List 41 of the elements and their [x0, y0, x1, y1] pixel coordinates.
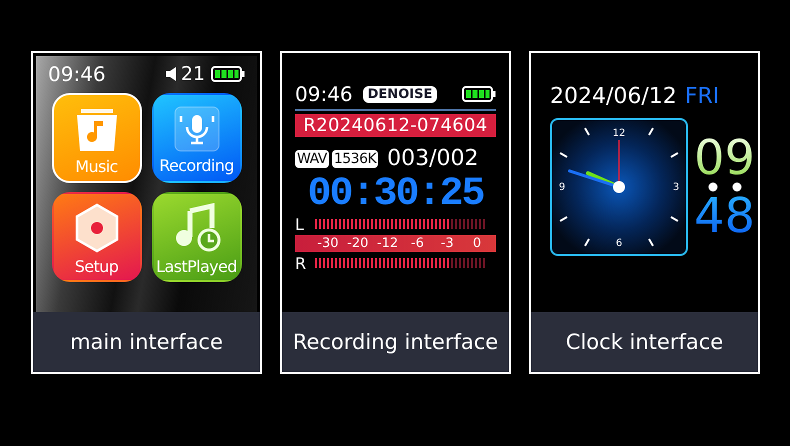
file-name-bar: R20240612-074604 — [295, 114, 496, 137]
dial-number: 9 — [558, 182, 566, 193]
db-scale-label: 0 — [472, 236, 482, 251]
db-scale-label: -20 — [346, 236, 369, 251]
db-scale-label: -3 — [440, 236, 455, 251]
db-scale-label: -12 — [376, 236, 398, 251]
elapsed-time: 00:30:25 — [306, 175, 485, 215]
hexagon-icon — [74, 202, 120, 252]
format-tag: WAV — [295, 150, 329, 168]
volume-icon — [164, 66, 178, 82]
db-scale-label: -30 — [317, 236, 339, 251]
date-text: 2024/06/12 — [550, 84, 677, 109]
app-label: Recording — [159, 156, 234, 174]
colon-icon — [708, 182, 742, 192]
channel-label: L — [295, 214, 305, 234]
caption-text: Clock interface — [566, 330, 724, 354]
db-scale-label: -6 — [410, 236, 425, 251]
app-label: Music — [75, 156, 118, 176]
volume-level: 21 — [180, 63, 205, 85]
microphone-icon — [174, 106, 220, 152]
dial-number: 12 — [612, 128, 626, 139]
app-tile[interactable]: Recording — [152, 93, 242, 183]
dial-number: 6 — [616, 238, 622, 249]
app-tile[interactable]: Setup — [52, 192, 142, 282]
app-tile[interactable]: Music — [52, 93, 142, 183]
status-time: 09:46 — [295, 82, 353, 106]
dial-number: 3 — [672, 182, 680, 193]
caption-text: main interface — [70, 330, 223, 354]
app-tile[interactable]: LastPlayed — [152, 192, 242, 282]
battery-icon — [462, 86, 496, 102]
status-time: 09:46 — [48, 62, 106, 86]
denoise-badge: DENOISE — [362, 86, 438, 102]
file-counter: 003/002 — [387, 146, 479, 171]
battery-icon — [211, 66, 245, 82]
bitrate-tag: 1536K — [332, 150, 378, 168]
app-label: Setup — [74, 256, 118, 276]
channel-label: R — [295, 254, 307, 272]
hand-pivot — [613, 181, 625, 193]
app-label: LastPlayed — [156, 256, 237, 276]
caption-text: Recording interface — [292, 330, 498, 354]
weekday-text: FRI — [684, 84, 720, 109]
